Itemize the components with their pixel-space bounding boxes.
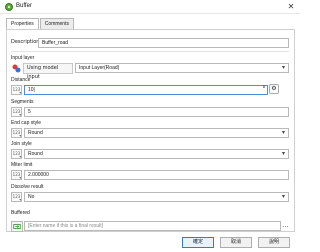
distance-source-icon[interactable]: 123 [11,85,22,95]
distance-label: Distance [11,77,31,83]
spin-arrows-icon[interactable]: ⬍ [261,85,267,94]
dissolve-source-icon[interactable]: 123 [11,192,22,202]
buffered-output-input[interactable]: [Enter name if this is a final result] [24,221,281,231]
using-model-input-button[interactable]: Using model input [23,63,73,80]
close-icon[interactable]: ✕ [286,2,296,12]
distance-input[interactable]: 10| [24,85,268,95]
end-cap-select[interactable]: Round [24,128,289,138]
tab-bar: Properties Comments [6,18,74,29]
segments-source-icon[interactable]: 123 [11,107,22,117]
input-layer-label: Input layer [11,55,35,61]
miter-limit-input[interactable]: 2.000000 [24,170,289,180]
dissolve-select[interactable]: No [24,192,289,202]
miter-limit-label: Miter limit [11,162,33,168]
join-style-label: Join style [11,141,32,147]
segments-label: Segments [11,99,34,105]
description-input[interactable]: Buffer_road [38,38,289,48]
dissolve-label: Dissolve result [11,184,44,190]
title-bar: Buffer ✕ [0,0,300,14]
miter-limit-source-icon[interactable]: 123 [11,170,22,180]
segments-input[interactable]: 5 [24,107,289,117]
ok-button[interactable]: 確定 [182,237,214,248]
buffered-label: Buffered [11,210,30,216]
data-defined-override-icon[interactable]: ⚙ [269,84,279,94]
qgis-app-icon [5,3,13,11]
more-options-button[interactable]: … [282,221,289,232]
output-layer-icon [11,221,23,232]
join-style-source-icon[interactable]: 123 [11,149,22,159]
end-cap-label: End cap style [11,120,42,126]
end-cap-source-icon[interactable]: 123 [11,128,22,138]
model-input-icon [12,64,21,73]
tab-properties[interactable]: Properties [6,18,39,29]
join-style-select[interactable]: Round [24,149,289,159]
window-title: Buffer [16,3,32,9]
input-layer-select[interactable]: Input Layer(Road) [75,63,289,73]
help-button[interactable]: 說明 [258,237,290,248]
separator [11,51,289,52]
tab-comments[interactable]: Comments [39,18,74,29]
cancel-button[interactable]: 取消 [220,237,252,248]
description-label: Description [11,39,40,45]
